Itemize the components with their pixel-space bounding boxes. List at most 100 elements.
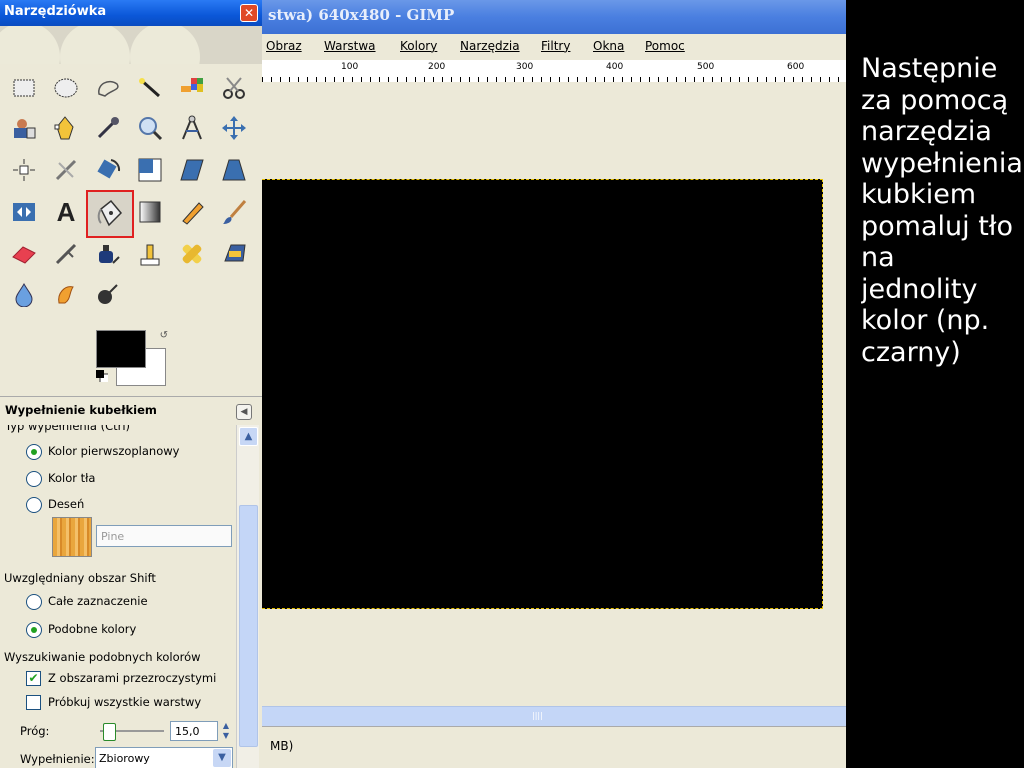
menu-bar: Obraz Warstwa Kolory Narzędzia Filtry Ok… (262, 36, 846, 58)
status-text: MB) (270, 739, 294, 753)
instruction-line: narzędzia (861, 116, 992, 147)
rotate-icon[interactable] (92, 154, 124, 186)
area-whole-selection-label: Całe zaznaczenie (48, 594, 148, 608)
blur-icon[interactable] (8, 278, 40, 310)
fill-type-label: Typ wypełnienia (Ctrl) (5, 425, 131, 433)
instruction-text: Następnie za pomocą narzędzia wypełnieni… (861, 53, 1024, 368)
threshold-spinner-icon[interactable]: ▲ ▼ (220, 721, 232, 741)
fuzzy-select-icon[interactable] (134, 72, 166, 104)
scroll-up-icon[interactable]: ▲ (239, 427, 258, 446)
color-selector[interactable]: ↺ (96, 330, 170, 386)
shear-icon[interactable] (176, 154, 208, 186)
ink-icon[interactable] (92, 238, 124, 270)
toolbox-title: Narzędziówka (4, 4, 107, 19)
pattern-swatch[interactable] (52, 517, 92, 557)
blend-icon[interactable] (134, 196, 166, 228)
ruler-label: 200 (428, 62, 446, 72)
fill-mode-value: Zbiorowy (99, 752, 150, 765)
options-menu-icon[interactable]: ◀ (236, 404, 252, 420)
move-icon[interactable] (218, 112, 250, 144)
instruction-line: kolor (np. (861, 305, 990, 336)
bucket-fill-icon[interactable] (86, 190, 134, 238)
fill-type-fg-label: Kolor pierwszoplanowy (48, 444, 180, 458)
tool-options-content: Typ wypełnienia (Ctrl) Kolor pierwszopla… (0, 425, 236, 768)
rect-select-icon[interactable] (8, 72, 40, 104)
tool-options-panel: Wypełnienie kubełkiem ◀ Typ wypełnienia … (0, 396, 262, 768)
close-icon[interactable]: ✕ (240, 4, 258, 22)
flip-icon[interactable] (8, 196, 40, 228)
scale-icon[interactable] (134, 154, 166, 186)
zoom-icon[interactable] (134, 112, 166, 144)
image-canvas[interactable] (262, 179, 823, 609)
swap-colors-icon[interactable]: ↺ (160, 330, 168, 341)
clone-icon[interactable] (134, 238, 166, 270)
scissors-icon[interactable] (218, 72, 250, 104)
airbrush-icon[interactable] (50, 238, 82, 270)
measure-icon[interactable] (176, 112, 208, 144)
area-similar-colors-radio[interactable] (26, 622, 42, 638)
menu-narzedzia[interactable]: Narzędzia (460, 39, 520, 53)
horizontal-scrollbar[interactable]: |||| (262, 706, 846, 727)
area-whole-selection-radio[interactable] (26, 594, 42, 610)
fill-type-bg-label: Kolor tła (48, 471, 96, 485)
text-icon[interactable]: A (50, 196, 82, 228)
horizontal-ruler: 100 200 300 400 500 600 (262, 60, 846, 83)
instruction-line: pomaluj tło (861, 210, 1013, 242)
pencil-icon[interactable] (176, 196, 208, 228)
dodge-burn-icon[interactable] (92, 278, 124, 310)
fill-type-fg-radio[interactable] (26, 444, 42, 460)
chevron-down-icon: ▼ (213, 749, 231, 767)
image-window-title: stwa) 640x480 - GIMP (268, 6, 455, 24)
instruction-line: za pomocą (861, 84, 1009, 116)
smudge-icon[interactable] (50, 278, 82, 310)
fill-mode-select[interactable]: Zbiorowy ▼ (95, 747, 233, 768)
menu-obraz[interactable]: Obraz (266, 39, 302, 53)
eraser-icon[interactable] (8, 238, 40, 270)
image-titlebar[interactable]: stwa) 640x480 - GIMP (262, 0, 846, 34)
toolbox-banner (0, 26, 262, 64)
sample-merged-checkbox[interactable] (26, 695, 41, 710)
fill-type-bg-radio[interactable] (26, 471, 42, 487)
threshold-input[interactable]: 15,0 (170, 721, 218, 741)
canvas-area[interactable] (262, 82, 846, 706)
ruler-label: 300 (516, 62, 534, 72)
pattern-name-field[interactable]: Pine (96, 525, 232, 547)
select-by-color-icon[interactable] (176, 72, 208, 104)
perspective-clone-icon[interactable] (218, 238, 250, 270)
color-picker-icon[interactable] (92, 112, 124, 144)
align-icon[interactable] (8, 154, 40, 186)
options-scrollbar[interactable]: ▲ (236, 425, 259, 768)
free-select-icon[interactable] (92, 72, 124, 104)
toolbox-titlebar[interactable]: Narzędziówka ✕ (0, 0, 262, 26)
threshold-slider-thumb[interactable] (103, 723, 116, 741)
heal-icon[interactable] (176, 238, 208, 270)
scrollbar-thumb[interactable] (239, 505, 258, 747)
menu-pomoc[interactable]: Pomoc (645, 39, 685, 53)
menu-warstwa[interactable]: Warstwa (324, 39, 376, 53)
affected-area-label: Uwzględniany obszar Shift (4, 571, 156, 585)
scrollbar-grip-icon: |||| (532, 711, 543, 720)
area-similar-colors-label: Podobne kolory (48, 622, 137, 636)
ruler-label: 500 (697, 62, 715, 72)
perspective-icon[interactable] (218, 154, 250, 186)
toolbox-window: Narzędziówka ✕ A ↺ Wypełnienie kubełkiem… (0, 0, 262, 768)
ruler-label: 100 (341, 62, 359, 72)
ruler-label: 600 (787, 62, 805, 72)
menu-kolory[interactable]: Kolory (400, 39, 437, 53)
foreground-select-icon[interactable] (8, 112, 40, 144)
default-colors-icon[interactable] (96, 370, 108, 382)
ruler-label: 400 (606, 62, 624, 72)
menu-okna[interactable]: Okna (593, 39, 624, 53)
paintbrush-icon[interactable] (218, 196, 250, 228)
transparent-areas-checkbox[interactable]: ✔ (26, 671, 41, 686)
fill-type-pattern-radio[interactable] (26, 497, 42, 513)
fill-type-pattern-label: Deseń (48, 497, 85, 511)
ellipse-select-icon[interactable] (50, 72, 82, 104)
menu-filtry[interactable]: Filtry (541, 39, 570, 53)
crop-icon[interactable] (50, 154, 82, 186)
instruction-line: jednolity (861, 273, 978, 305)
paths-icon[interactable] (50, 112, 82, 144)
foreground-color[interactable] (96, 330, 146, 368)
instruction-line: czarny) (861, 336, 961, 368)
fill-mode-label: Wypełnienie: (20, 752, 95, 766)
